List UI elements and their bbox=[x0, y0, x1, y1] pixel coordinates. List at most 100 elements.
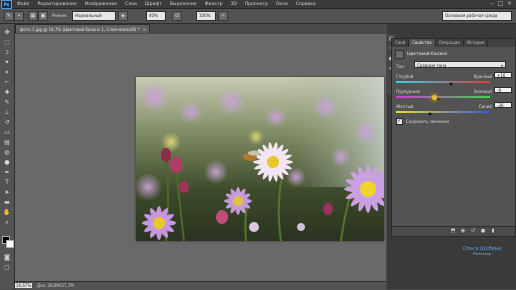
visibility-icon[interactable]: ● bbox=[480, 228, 486, 234]
slider-value-field[interactable]: -26 bbox=[494, 102, 512, 108]
pressure-opacity-icon[interactable]: ⊙ bbox=[172, 11, 182, 21]
airbrush-flow-icon[interactable]: ✧ bbox=[218, 11, 228, 21]
blur-tool-icon[interactable]: ◍ bbox=[3, 149, 11, 157]
menu-item[interactable]: Изображение bbox=[85, 2, 117, 7]
brush-tool-icon[interactable]: ✎ bbox=[3, 99, 11, 107]
slider-track[interactable] bbox=[396, 96, 490, 98]
brush-tool-icon[interactable]: ✎ bbox=[4, 11, 14, 21]
mode-label: Режим: bbox=[52, 13, 68, 18]
flowers-photo bbox=[136, 77, 384, 241]
panel-tab[interactable]: Свойства bbox=[409, 39, 436, 47]
photoshop-logo: Ps bbox=[1, 0, 12, 9]
panel-header: Цветовой баланс bbox=[395, 50, 448, 59]
background-color-swatch[interactable] bbox=[6, 240, 14, 248]
brush-panel-icon[interactable]: ▦ bbox=[28, 11, 38, 21]
reset-icon[interactable]: ↺ bbox=[470, 228, 476, 234]
slider-left-label: Пурпурный bbox=[396, 89, 420, 94]
document-tab[interactable]: фото 1.jpg @ 16,7% (Цветовой баланс 1, С… bbox=[15, 24, 150, 33]
document-info[interactable]: Док: 28,8M/57,7M bbox=[37, 283, 74, 288]
view-previous-icon[interactable]: ◉ bbox=[460, 228, 466, 234]
menu-item[interactable]: Окно bbox=[276, 2, 288, 7]
chevron-down-icon: ▾ bbox=[500, 63, 503, 68]
slider-right-label: Зеленый bbox=[473, 89, 492, 94]
color-slider-row: Пурпурный Зеленый -9 bbox=[396, 87, 512, 103]
slider-track[interactable] bbox=[396, 81, 490, 83]
menu-bar: Ps Файл Редактирование Изображение Слои Шриф… bbox=[0, 0, 516, 9]
menu-item[interactable]: Редактирование bbox=[37, 2, 76, 7]
menu-item[interactable]: Просмотр bbox=[245, 2, 268, 7]
brush-preset-icon[interactable]: • bbox=[14, 11, 24, 21]
airbrush-icon[interactable]: ◈ bbox=[118, 11, 128, 21]
slider-value-field[interactable]: +16 bbox=[494, 72, 512, 78]
quick-select-tool-icon[interactable]: ✦ bbox=[3, 59, 11, 67]
window-controls: – □ × bbox=[486, 0, 513, 7]
panel-title: Цветовой баланс bbox=[407, 52, 448, 57]
mode-icon[interactable]: ▣ bbox=[38, 11, 48, 21]
zoom-field[interactable]: 16,67% bbox=[15, 283, 32, 288]
preserve-luminosity-row[interactable]: ✓ Сохранить свечение bbox=[396, 118, 449, 125]
slider-right-label: Красный bbox=[473, 74, 492, 79]
menu-item[interactable]: Слои bbox=[125, 2, 137, 7]
mode-select[interactable]: Нормальный bbox=[72, 11, 116, 21]
history-brush-icon[interactable]: ↺ bbox=[3, 119, 11, 127]
pen-tool-icon[interactable]: ✒ bbox=[3, 169, 11, 177]
tone-select[interactable]: Средние тона ▾ bbox=[414, 61, 506, 68]
shape-tool-icon[interactable]: ▬ bbox=[3, 199, 11, 207]
clip-to-layer-icon[interactable]: ⬒ bbox=[450, 228, 456, 234]
move-tool-icon[interactable]: ✥ bbox=[3, 29, 11, 37]
quick-mask-icon[interactable]: ◙ bbox=[3, 254, 11, 262]
tools-panel: ✥ ⬚ ↄ ✦ ⌗ ⌐ ✚ ✎ ⊥ ↺ ▭ ▤ ◍ ● ✒ T ➤ ▬ ✋ ⌕ … bbox=[0, 24, 15, 289]
minimize-icon[interactable]: – bbox=[488, 0, 495, 7]
panel-tabs: Свой Свойства Операции История bbox=[392, 39, 515, 47]
eraser-tool-icon[interactable]: ▭ bbox=[3, 129, 11, 137]
menu-item[interactable]: Справка bbox=[296, 2, 316, 7]
menu-item[interactable]: Выделение bbox=[170, 2, 197, 7]
trash-icon[interactable]: ▮ bbox=[490, 228, 496, 234]
dodge-tool-icon[interactable]: ● bbox=[3, 159, 11, 167]
screen-mode-icon[interactable]: ▢ bbox=[3, 264, 11, 272]
lasso-tool-icon[interactable]: ↄ bbox=[3, 49, 11, 57]
flow-field[interactable]: 100% bbox=[196, 11, 216, 21]
preserve-luminosity-checkbox[interactable]: ✓ bbox=[396, 118, 403, 125]
document-image[interactable] bbox=[136, 77, 384, 241]
marquee-tool-icon[interactable]: ⬚ bbox=[3, 39, 11, 47]
close-document-icon[interactable]: × bbox=[143, 25, 146, 33]
slider-right-label: Синий bbox=[478, 104, 492, 109]
slider-left-label: Желтый bbox=[396, 104, 414, 109]
gradient-tool-icon[interactable]: ▤ bbox=[3, 139, 11, 147]
tone-label: Тон: bbox=[396, 64, 405, 69]
maximize-icon[interactable]: □ bbox=[497, 0, 504, 7]
slider-thumb[interactable] bbox=[448, 82, 453, 85]
color-slider-row: Голубой Красный +16 bbox=[396, 72, 512, 88]
watermark: Ольга Шубина Photoshop bbox=[452, 246, 512, 262]
options-bar: ✎ • ▦ ▣ Режим: Нормальный ◈ 40% ⊙ 100% ✧… bbox=[0, 9, 516, 24]
close-icon[interactable]: × bbox=[506, 0, 513, 7]
zoom-tool-icon[interactable]: ⌕ bbox=[3, 219, 11, 227]
panel-tab[interactable]: Операции bbox=[436, 39, 464, 47]
menu-item[interactable]: Фильтр bbox=[205, 2, 223, 7]
stamp-tool-icon[interactable]: ⊥ bbox=[3, 109, 11, 117]
healing-tool-icon[interactable]: ✚ bbox=[3, 89, 11, 97]
path-select-icon[interactable]: ➤ bbox=[3, 189, 11, 197]
properties-panel: Свой Свойства Операции История Цветовой бал… bbox=[391, 38, 516, 237]
menu-item[interactable]: 3D bbox=[230, 2, 236, 7]
type-tool-icon[interactable]: T bbox=[3, 179, 11, 187]
slider-value-field[interactable]: -9 bbox=[494, 87, 512, 93]
crop-tool-icon[interactable]: ⌗ bbox=[3, 69, 11, 77]
slider-left-label: Голубой bbox=[396, 74, 414, 79]
hand-tool-icon[interactable]: ✋ bbox=[3, 209, 11, 217]
slider-thumb[interactable] bbox=[427, 112, 432, 115]
panel-tab[interactable]: Свой bbox=[392, 39, 410, 47]
color-balance-icon bbox=[395, 50, 404, 59]
preserve-luminosity-label: Сохранить свечение bbox=[406, 119, 450, 124]
menu-item[interactable]: Шрифт bbox=[145, 2, 162, 7]
watermark-line2: Photoshop bbox=[472, 252, 492, 256]
workspace-select[interactable]: Основная рабочая среда bbox=[442, 11, 512, 21]
panel-tab[interactable]: История bbox=[464, 39, 489, 47]
color-slider-row: Желтый Синий -26 bbox=[396, 102, 512, 118]
menu-item[interactable]: Файл bbox=[17, 2, 29, 7]
menu-items: Файл Редактирование Изображение Слои Шрифт Вы… bbox=[17, 2, 324, 7]
opacity-field[interactable]: 40% bbox=[146, 11, 166, 21]
eyedropper-tool-icon[interactable]: ⌐ bbox=[3, 79, 11, 87]
slider-track[interactable] bbox=[396, 111, 490, 113]
